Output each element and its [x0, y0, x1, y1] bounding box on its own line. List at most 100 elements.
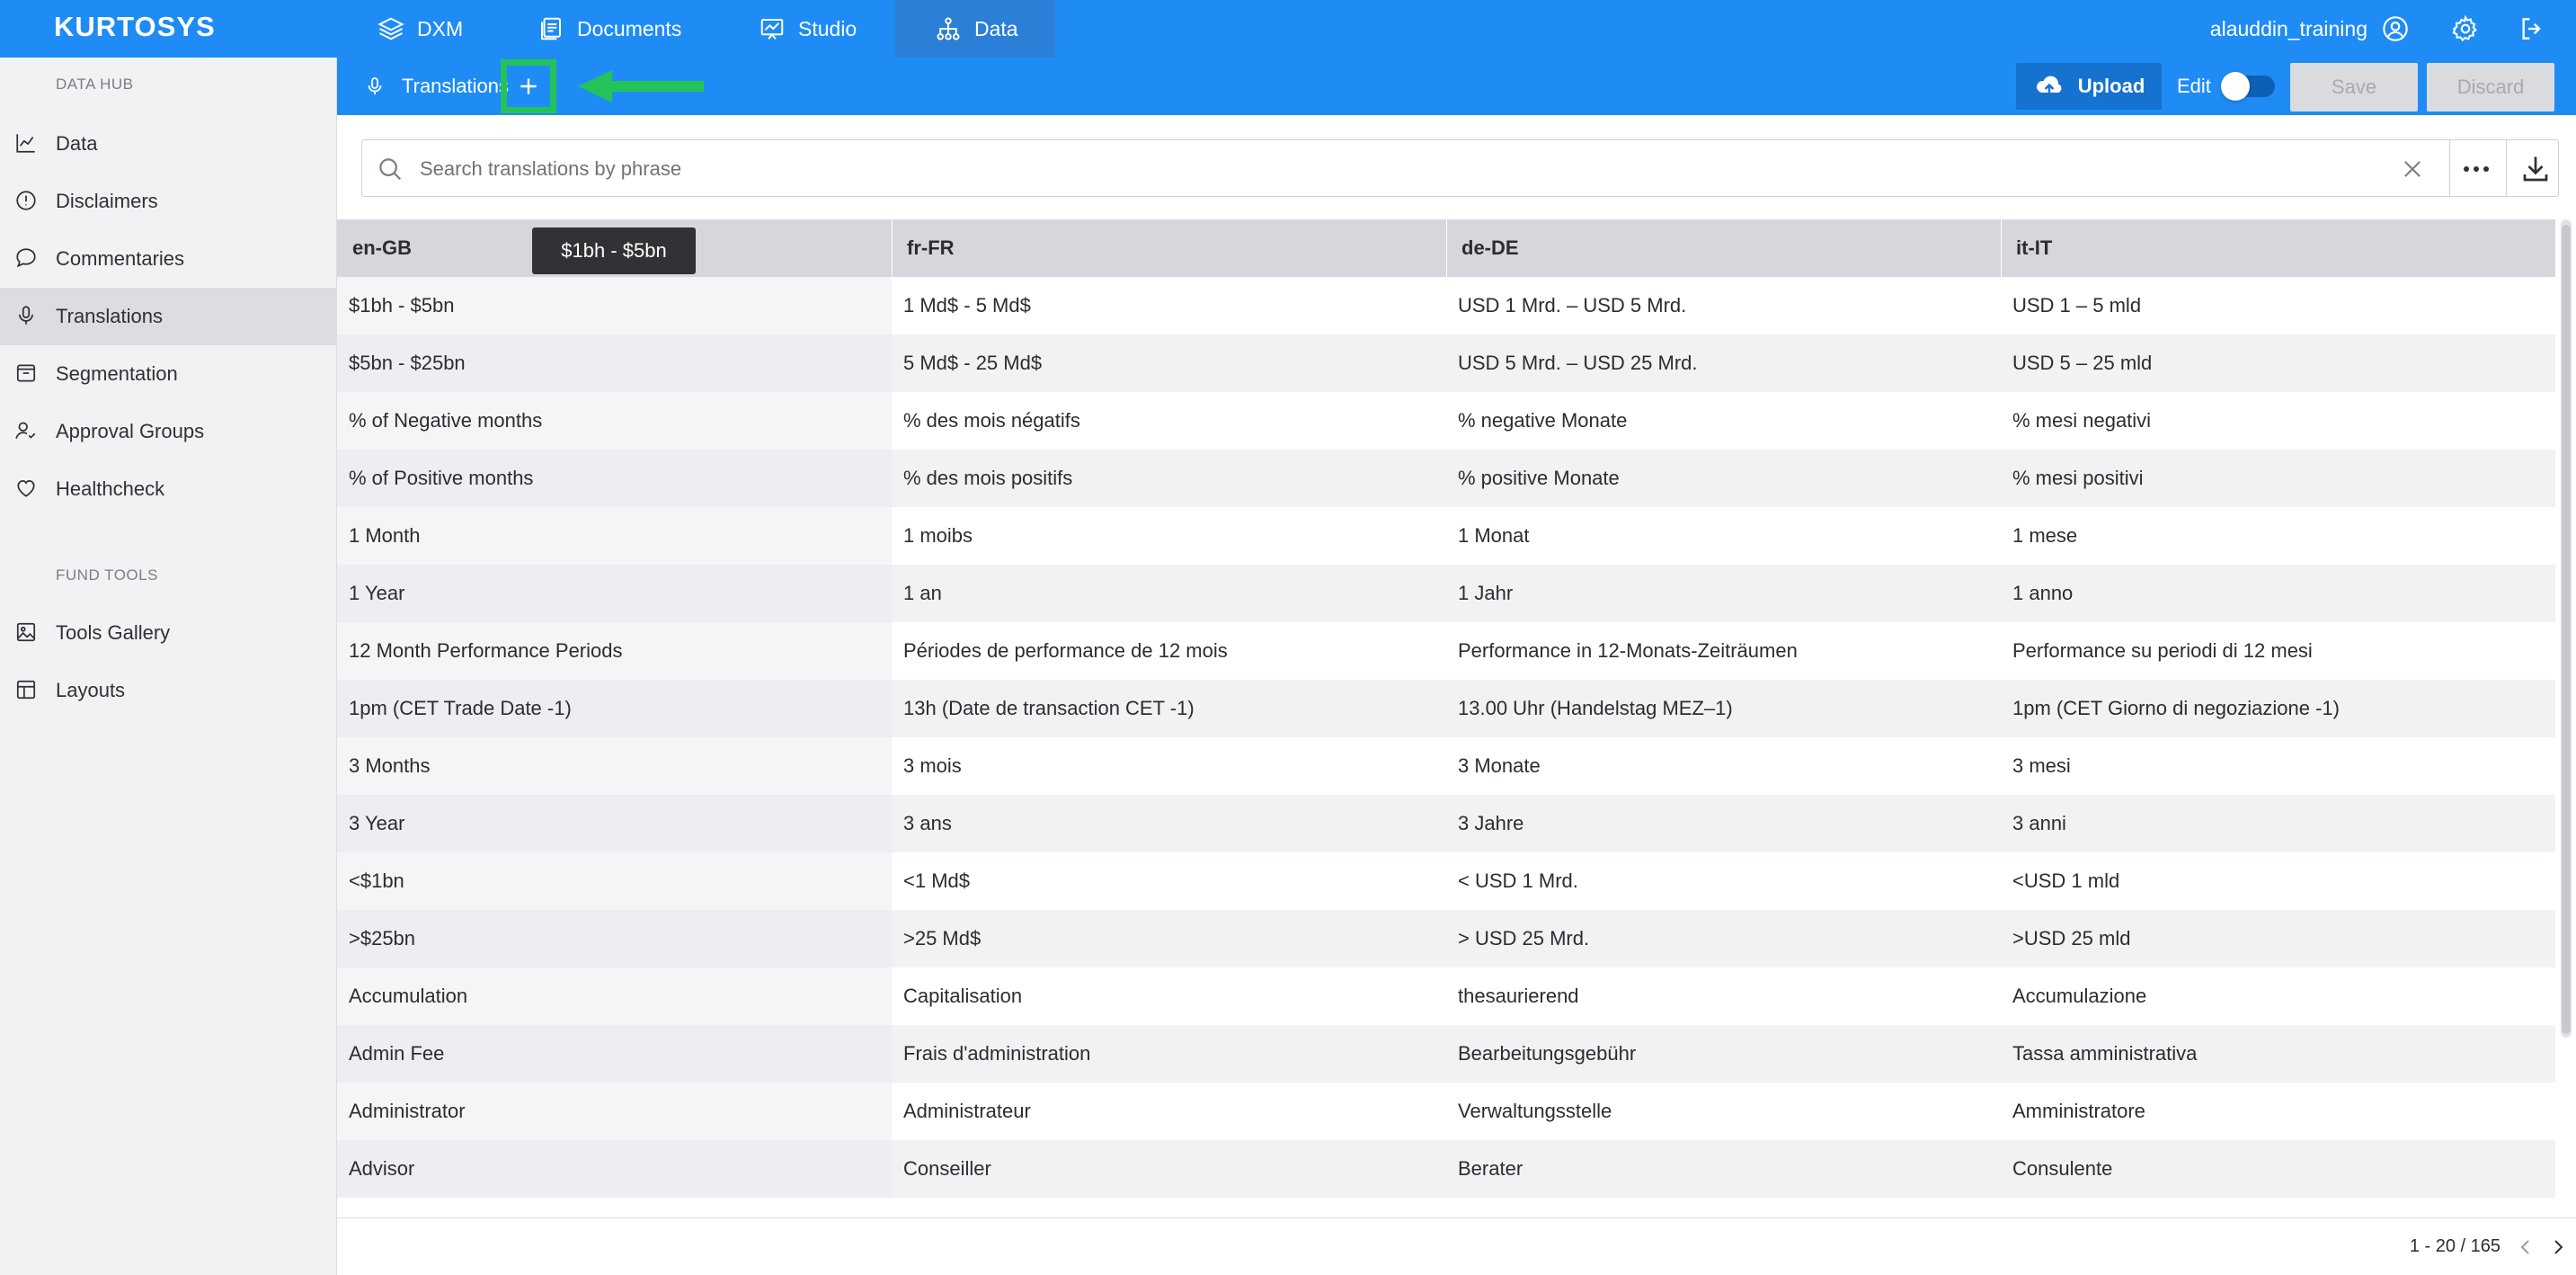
sidebar-item-disclaimers[interactable]: Disclaimers [0, 173, 337, 230]
table-row[interactable]: <$1bn <1 Md$ < USD 1 Mrd. <USD 1 mld [337, 852, 2555, 910]
table-cell-de-de[interactable]: thesaurierend [1458, 967, 1579, 1025]
table-cell-en-gb[interactable]: 3 Year [349, 795, 404, 852]
table-cell-fr-fr[interactable]: Frais d'administration [903, 1025, 1090, 1083]
table-cell-de-de[interactable]: > USD 25 Mrd. [1458, 910, 1589, 967]
table-cell-fr-fr[interactable]: 1 an [903, 565, 942, 622]
table-cell-it-it[interactable]: 3 mesi [2012, 737, 2071, 795]
table-cell-it-it[interactable]: Performance su periodi di 12 mesi [2012, 622, 2313, 680]
table-cell-en-gb[interactable]: Administrator [349, 1083, 466, 1140]
table-cell-en-gb[interactable]: 3 Months [349, 737, 431, 795]
table-row[interactable]: Admin Fee Frais d'administration Bearbeitu… [337, 1025, 2555, 1083]
table-row[interactable]: % of Positive months % des mois positifs%… [337, 450, 2555, 507]
table-cell-de-de[interactable]: 3 Jahre [1458, 795, 1523, 852]
sidebar-item-approval-groups[interactable]: Approval Groups [0, 403, 337, 460]
save-button[interactable]: Save [2290, 63, 2418, 111]
sidebar-item-translations[interactable]: Translations [0, 288, 337, 345]
table-cell-it-it[interactable]: USD 5 – 25 mld [2012, 334, 2152, 392]
download-icon[interactable] [2519, 153, 2552, 185]
table-cell-it-it[interactable]: 1pm (CET Giorno di negoziazione -1) [2012, 680, 2340, 737]
table-cell-fr-fr[interactable]: Administrateur [903, 1083, 1031, 1140]
table-cell-it-it[interactable]: >USD 25 mld [2012, 910, 2130, 967]
table-cell-en-gb[interactable]: $1bh - $5bn [349, 277, 454, 334]
table-cell-en-gb[interactable]: Advisor [349, 1140, 414, 1198]
user-profile-icon[interactable] [2380, 13, 2411, 44]
table-row[interactable]: $5bn - $25bn 5 Md$ - 25 Md$ USD 5 Mrd. – U… [337, 334, 2555, 392]
sidebar-item-layouts[interactable]: Layouts [0, 662, 337, 719]
gear-icon[interactable] [2450, 13, 2481, 44]
table-cell-de-de[interactable]: Berater [1458, 1140, 1523, 1198]
search-input[interactable] [420, 149, 2307, 189]
sidebar-item-healthcheck[interactable]: Healthcheck [0, 460, 337, 518]
table-cell-it-it[interactable]: 1 mese [2012, 507, 2077, 565]
table-cell-de-de[interactable]: % positive Monate [1458, 450, 1620, 507]
table-cell-fr-fr[interactable]: 1 moibs [903, 507, 973, 565]
table-cell-de-de[interactable]: Bearbeitungsgebühr [1458, 1025, 1636, 1083]
table-cell-en-gb[interactable]: % of Positive months [349, 450, 533, 507]
tab-studio[interactable]: Studio [744, 0, 871, 58]
chevron-left-icon[interactable] [2515, 1236, 2536, 1258]
tab-documents[interactable]: Documents [523, 0, 696, 58]
table-cell-de-de[interactable]: USD 5 Mrd. – USD 25 Mrd. [1458, 334, 1698, 392]
logo[interactable]: KURTOSYS [54, 11, 216, 43]
table-cell-it-it[interactable]: Amministratore [2012, 1083, 2145, 1140]
table-row[interactable]: Administrator Administrateur Verwaltungsst… [337, 1083, 2555, 1140]
table-cell-de-de[interactable]: % negative Monate [1458, 392, 1627, 450]
column-header-it-it[interactable]: it-IT [2001, 219, 2555, 277]
table-cell-fr-fr[interactable]: Périodes de performance de 12 mois [903, 622, 1228, 680]
add-translation-button[interactable] [501, 59, 556, 113]
table-cell-en-gb[interactable]: 1pm (CET Trade Date -1) [349, 680, 572, 737]
table-cell-de-de[interactable]: Verwaltungsstelle [1458, 1083, 1612, 1140]
table-row[interactable]: 12 Month Performance Periods Périodes de … [337, 622, 2555, 680]
table-cell-it-it[interactable]: % mesi negativi [2012, 392, 2151, 450]
upload-button[interactable]: Upload [2016, 63, 2162, 110]
column-header-de-de[interactable]: de-DE [1446, 219, 2001, 277]
table-cell-it-it[interactable]: % mesi positivi [2012, 450, 2143, 507]
table-cell-en-gb[interactable]: % of Negative months [349, 392, 542, 450]
logout-icon[interactable] [2517, 13, 2547, 44]
table-row[interactable]: $1bh - $5bn 1 Md$ - 5 Md$ USD 1 Mrd. – USD… [337, 277, 2555, 334]
table-cell-fr-fr[interactable]: >25 Md$ [903, 910, 981, 967]
table-cell-de-de[interactable]: Performance in 12-Monats-Zeiträumen [1458, 622, 1798, 680]
table-cell-fr-fr[interactable]: <1 Md$ [903, 852, 970, 910]
table-cell-fr-fr[interactable]: 5 Md$ - 25 Md$ [903, 334, 1042, 392]
table-cell-en-gb[interactable]: $5bn - $25bn [349, 334, 466, 392]
tab-dxm[interactable]: DXM [363, 0, 477, 58]
table-cell-fr-fr[interactable]: % des mois positifs [903, 450, 1072, 507]
table-row[interactable]: Accumulation Capitalisation thesaurierend A… [337, 967, 2555, 1025]
table-cell-en-gb[interactable]: >$25bn [349, 910, 415, 967]
table-cell-fr-fr[interactable]: 13h (Date de transaction CET -1) [903, 680, 1195, 737]
table-cell-fr-fr[interactable]: 3 mois [903, 737, 962, 795]
sidebar-item-tools-gallery[interactable]: Tools Gallery [0, 604, 337, 662]
table-row[interactable]: 1 Year 1 an 1 Jahr 1 anno [337, 565, 2555, 622]
table-cell-it-it[interactable]: Consulente [2012, 1140, 2112, 1198]
table-row[interactable]: % of Negative months % des mois négatifs%… [337, 392, 2555, 450]
more-options-icon[interactable] [2456, 156, 2496, 182]
table-cell-en-gb[interactable]: Accumulation [349, 967, 467, 1025]
table-cell-de-de[interactable]: 1 Monat [1458, 507, 1530, 565]
table-cell-it-it[interactable]: Accumulazione [2012, 967, 2146, 1025]
discard-button[interactable]: Discard [2427, 63, 2554, 111]
sidebar-item-segmentation[interactable]: Segmentation [0, 345, 337, 403]
table-cell-fr-fr[interactable]: % des mois négatifs [903, 392, 1080, 450]
table-cell-en-gb[interactable]: 1 Month [349, 507, 421, 565]
table-cell-de-de[interactable]: USD 1 Mrd. – USD 5 Mrd. [1458, 277, 1686, 334]
tab-data[interactable]: Data [895, 0, 1055, 58]
table-cell-en-gb[interactable]: Admin Fee [349, 1025, 444, 1083]
table-cell-it-it[interactable]: Tassa amministrativa [2012, 1025, 2197, 1083]
table-cell-it-it[interactable]: <USD 1 mld [2012, 852, 2119, 910]
table-row[interactable]: 3 Months 3 mois 3 Monate 3 mesi [337, 737, 2555, 795]
table-cell-it-it[interactable]: 1 anno [2012, 565, 2073, 622]
sidebar-item-commentaries[interactable]: Commentaries [0, 230, 337, 288]
table-cell-de-de[interactable]: 13.00 Uhr (Handelstag MEZ–1) [1458, 680, 1733, 737]
table-cell-de-de[interactable]: < USD 1 Mrd. [1458, 852, 1578, 910]
table-cell-en-gb[interactable]: <$1bn [349, 852, 404, 910]
column-header-fr-fr[interactable]: fr-FR [892, 219, 1446, 277]
table-cell-en-gb[interactable]: 1 Year [349, 565, 404, 622]
table-cell-fr-fr[interactable]: Capitalisation [903, 967, 1022, 1025]
edit-toggle[interactable] [2221, 72, 2275, 101]
table-row[interactable]: 1pm (CET Trade Date -1) 13h (Date de tran… [337, 680, 2555, 737]
table-cell-fr-fr[interactable]: Conseiller [903, 1140, 991, 1198]
table-row[interactable]: 3 Year 3 ans 3 Jahre 3 anni [337, 795, 2555, 852]
scrollbar-thumb[interactable] [2562, 225, 2571, 1034]
close-icon[interactable] [2400, 156, 2425, 182]
